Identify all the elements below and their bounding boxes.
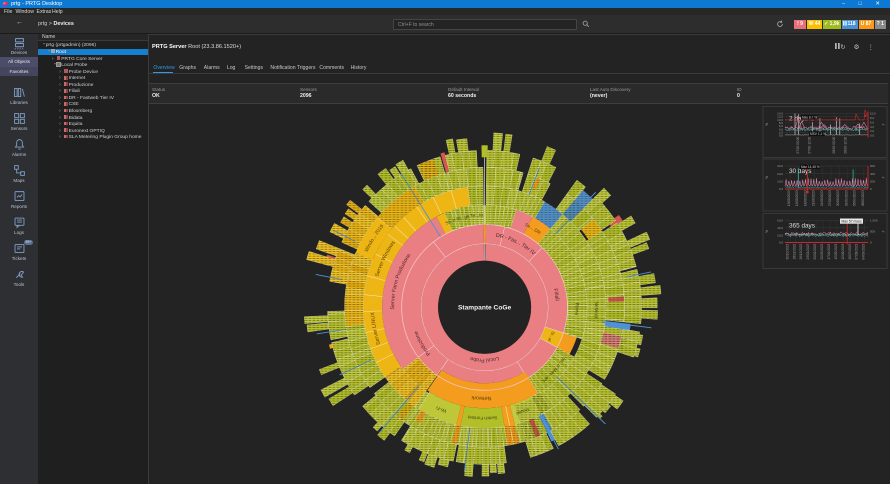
svg-text:%: % bbox=[765, 176, 769, 179]
svg-text:40,0: 40,0 bbox=[777, 226, 783, 230]
svg-text:08/09/2023: 08/09/2023 bbox=[861, 190, 865, 206]
svg-text:#: # bbox=[881, 231, 885, 233]
svg-text:28/11/2022: 28/11/2022 bbox=[792, 243, 796, 259]
svg-text:23/01/2023: 23/01/2023 bbox=[806, 243, 810, 259]
svg-text:30,0: 30,0 bbox=[777, 164, 783, 168]
svg-text:#: # bbox=[881, 124, 885, 126]
svg-text:20/02/2023: 20/02/2023 bbox=[813, 243, 817, 259]
svg-text:20,0: 20,0 bbox=[777, 233, 783, 237]
svg-text:15/08/2023: 15/08/2023 bbox=[795, 190, 799, 206]
svg-text:15/05/2023: 15/05/2023 bbox=[834, 243, 838, 259]
svg-text:12/06/2023: 12/06/2023 bbox=[841, 243, 845, 259]
svg-text:600: 600 bbox=[870, 164, 875, 168]
svg-text:Max 8,7 %: Max 8,7 % bbox=[802, 116, 817, 120]
svg-text:10,0: 10,0 bbox=[777, 179, 783, 183]
svg-text:60,0: 60,0 bbox=[777, 219, 783, 223]
svg-text:Max 57 msec: Max 57 msec bbox=[842, 220, 862, 224]
svg-text:Roma: Roma bbox=[574, 303, 579, 316]
svg-text:30/10/2022: 30/10/2022 bbox=[785, 243, 789, 259]
svg-text:10/07/2023: 10/07/2023 bbox=[848, 243, 852, 259]
svg-text:365 days: 365 days bbox=[789, 223, 815, 230]
svg-text:Network: Network bbox=[471, 394, 492, 401]
svg-text:1.000: 1.000 bbox=[870, 219, 878, 223]
svg-text:07/08/2023: 07/08/2023 bbox=[855, 243, 859, 259]
svg-text:%: % bbox=[765, 230, 769, 233]
svg-text:8,0: 8,0 bbox=[870, 116, 875, 120]
svg-text:02/09/2023: 02/09/2023 bbox=[844, 190, 848, 206]
svg-text:07/09 00:00: 07/09 00:00 bbox=[796, 136, 800, 153]
svg-text:20,0: 20,0 bbox=[777, 172, 783, 176]
svg-text:17/04/2023: 17/04/2023 bbox=[827, 243, 831, 259]
svg-text:MSV 1,1 %: MSV 1,1 % bbox=[810, 132, 826, 136]
svg-text:Stampante CoGe: Stampante CoGe bbox=[458, 305, 511, 312]
svg-text:%: % bbox=[765, 123, 769, 126]
svg-text:05/09/2023: 05/09/2023 bbox=[853, 190, 857, 206]
svg-text:Network: Network bbox=[593, 302, 599, 320]
svg-text:30/08/2023: 30/08/2023 bbox=[836, 190, 840, 206]
svg-text:08/09 12:00: 08/09 12:00 bbox=[843, 136, 847, 153]
svg-text:0,0: 0,0 bbox=[779, 187, 784, 191]
svg-text:2,0: 2,0 bbox=[870, 129, 875, 133]
svg-text:04/09/2023: 04/09/2023 bbox=[862, 243, 866, 259]
svg-text:07/09 12:00: 07/09 12:00 bbox=[808, 136, 812, 153]
svg-text:24/08/2023: 24/08/2023 bbox=[820, 190, 824, 206]
svg-text:27/08/2023: 27/08/2023 bbox=[828, 190, 832, 206]
svg-text:0: 0 bbox=[870, 241, 872, 245]
svg-text:26/12/2022: 26/12/2022 bbox=[799, 243, 803, 259]
svg-text:Max 14,45 %: Max 14,45 % bbox=[801, 165, 820, 169]
svg-text:200: 200 bbox=[870, 179, 875, 183]
svg-text:500: 500 bbox=[870, 230, 875, 234]
svg-text:4,0: 4,0 bbox=[870, 125, 875, 129]
svg-text:400: 400 bbox=[870, 172, 875, 176]
svg-text:0: 0 bbox=[870, 187, 872, 191]
svg-text:10,0: 10,0 bbox=[870, 112, 876, 116]
svg-text:0,0: 0,0 bbox=[779, 241, 784, 245]
svg-text:08/09 00:00: 08/09 00:00 bbox=[832, 136, 836, 153]
svg-text:14,0: 14,0 bbox=[777, 112, 783, 116]
svg-text:6,0: 6,0 bbox=[870, 120, 875, 124]
svg-text:13/08/2023: 13/08/2023 bbox=[787, 190, 791, 206]
svg-text:#: # bbox=[881, 177, 885, 179]
svg-text:21/08/2023: 21/08/2023 bbox=[812, 190, 816, 206]
svg-text:20/03/2023: 20/03/2023 bbox=[820, 243, 824, 259]
svg-text:0,0: 0,0 bbox=[870, 134, 875, 138]
